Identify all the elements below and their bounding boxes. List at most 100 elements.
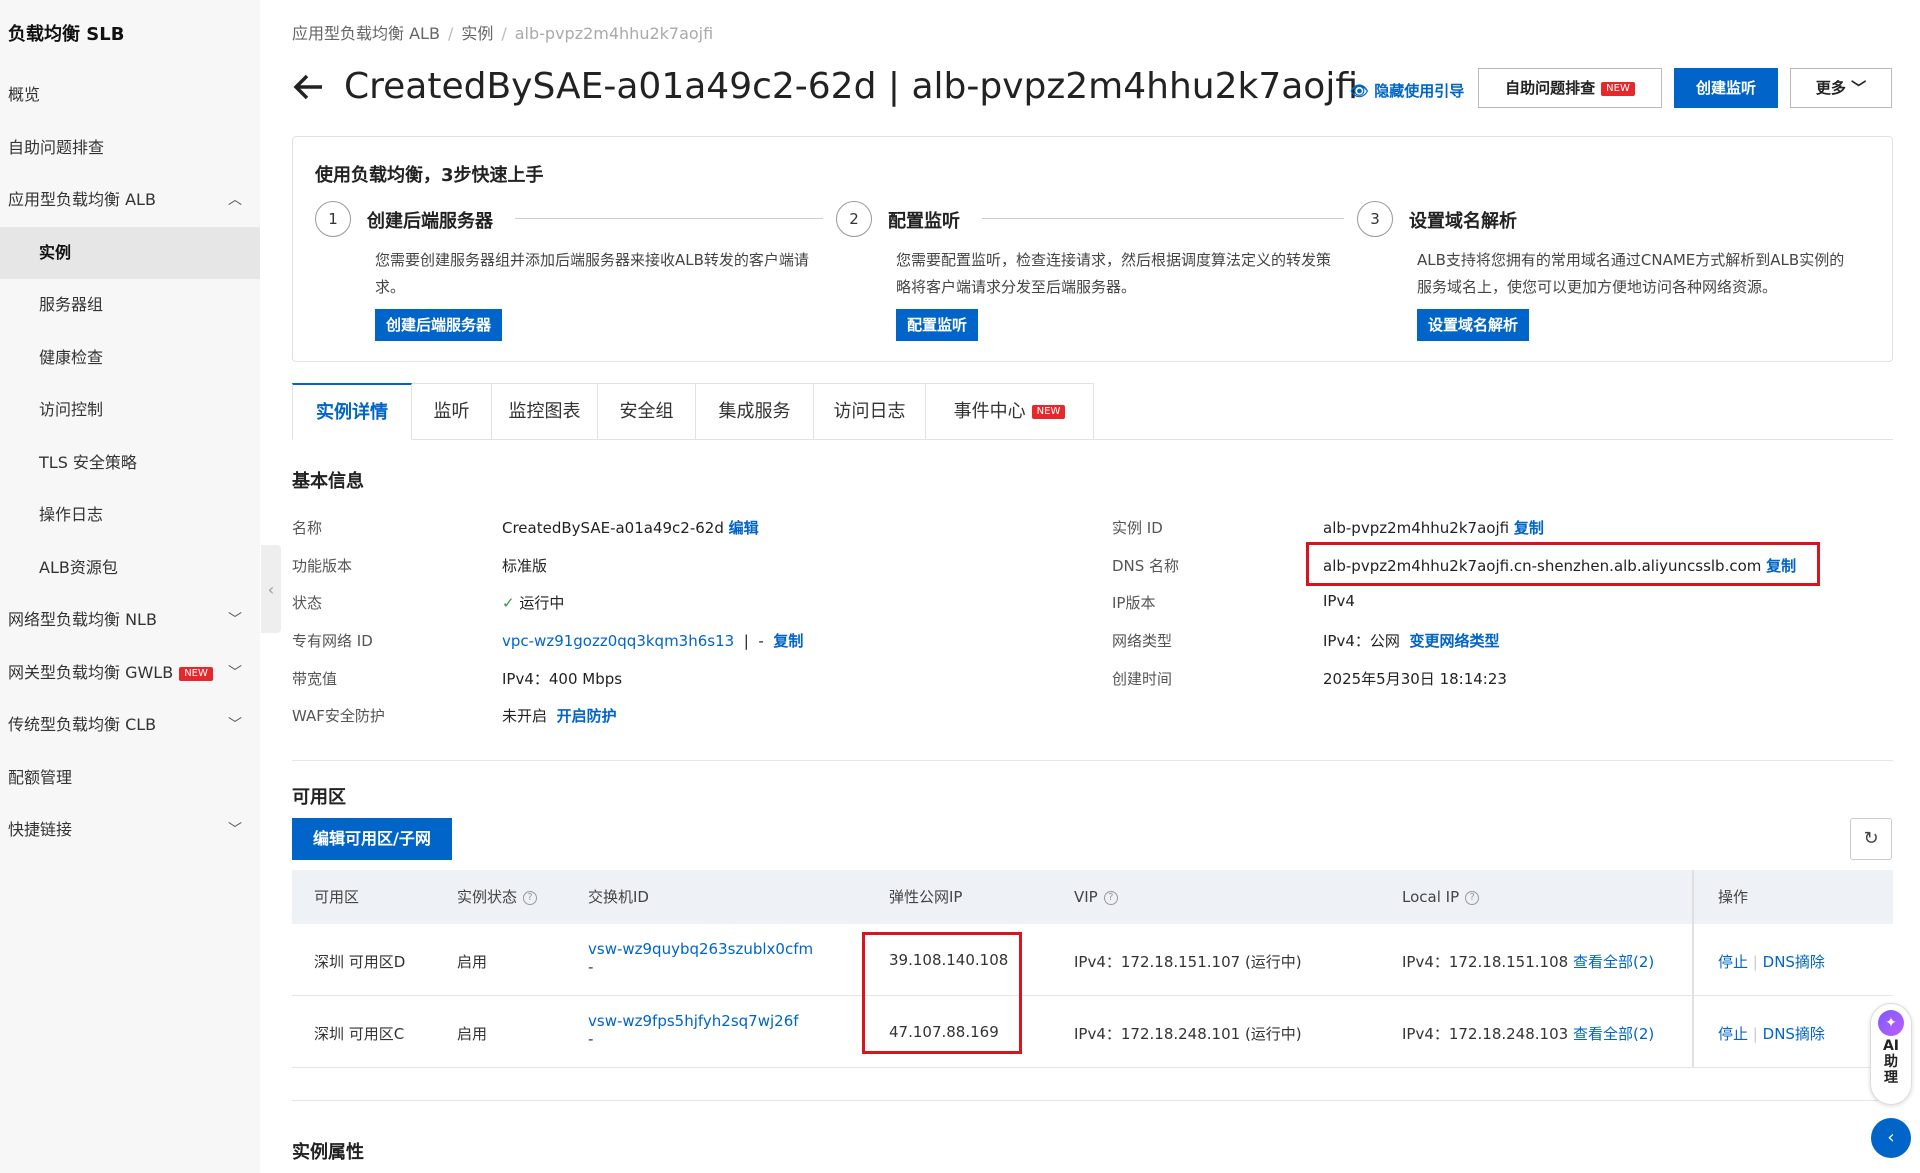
create-backend-button[interactable]: 创建后端服务器 bbox=[375, 309, 503, 341]
sidebar-item-gwlb[interactable]: 网关型负载均衡 GWLB NEW ﹀ bbox=[8, 653, 252, 693]
sidebar-item-alb[interactable]: 应用型负载均衡 ALB ︿ bbox=[8, 180, 252, 220]
stop-link[interactable]: 停止 bbox=[1718, 953, 1748, 971]
sidebar-item-self-check[interactable]: 自助问题排查 bbox=[8, 128, 252, 168]
sidebar-item-overview[interactable]: 概览 bbox=[8, 75, 252, 115]
edition-value: 标准版 bbox=[502, 557, 548, 575]
step-divider bbox=[515, 218, 823, 219]
sidebar-item-instances[interactable]: 实例 bbox=[0, 227, 260, 279]
view-all-link[interactable]: 查看全部(2) bbox=[1573, 953, 1654, 971]
step-desc: 您需要配置监听，检查连接请求，然后根据调度算法定义的转发策略将客户端请求分发至后… bbox=[896, 251, 1332, 296]
create-listener-button[interactable]: 创建监听 bbox=[1674, 68, 1778, 108]
self-check-button[interactable]: 自助问题排查 NEW bbox=[1478, 68, 1662, 108]
vswitch-cell: vsw-wz9fps5hjfyh2sq7wj26f - bbox=[588, 1012, 799, 1048]
copy-dns-link[interactable]: 复制 bbox=[1766, 557, 1796, 575]
ai-spark-icon: ✦ bbox=[1878, 1010, 1904, 1036]
sidebar-item-alb-package[interactable]: ALB资源包 bbox=[0, 548, 260, 588]
col-eip: 弹性公网IP bbox=[889, 888, 963, 906]
breadcrumb-alb[interactable]: 应用型负载均衡 ALB bbox=[292, 24, 440, 43]
ai-assistant-button[interactable]: ✦ AI 助 理 bbox=[1870, 1003, 1912, 1105]
vpc-link[interactable]: vpc-wz91gozz0qq3kqm3h6s13 bbox=[502, 632, 734, 650]
refresh-icon[interactable]: ↻ bbox=[1850, 818, 1892, 860]
network-type-label: 网络类型 bbox=[1112, 632, 1173, 650]
back-arrow-icon[interactable] bbox=[292, 70, 326, 113]
breadcrumb-current: alb-pvpz2m4hhu2k7aojfi bbox=[514, 24, 714, 43]
col-local-ip: Local IP? bbox=[1402, 870, 1480, 924]
sidebar-collapse-handle[interactable]: ‹ bbox=[261, 545, 281, 633]
instance-tabs: 实例详情 监听 监控图表 安全组 集成服务 访问日志 事件中心 NEW bbox=[292, 383, 1893, 440]
guide-title: 使用负载均衡，3步快速上手 bbox=[315, 165, 544, 186]
network-type-value: IPv4：公网 变更网络类型 bbox=[1323, 632, 1500, 650]
instance-id-label: 实例 ID bbox=[1112, 519, 1163, 537]
col-actions: 操作 bbox=[1718, 888, 1749, 906]
sidebar-item-access-control[interactable]: 访问控制 bbox=[0, 390, 260, 430]
actions-cell: 停止 | DNS摘除 bbox=[1718, 953, 1825, 971]
vpc-value: vpc-wz91gozz0qq3kqm3h6s13 | - 复制 bbox=[502, 632, 804, 650]
status-cell: 启用 bbox=[457, 1025, 488, 1043]
check-icon: ✓ bbox=[502, 594, 515, 612]
sidebar-item-server-groups[interactable]: 服务器组 bbox=[0, 285, 260, 325]
sidebar-item-nlb[interactable]: 网络型负载均衡 NLB ﹀ bbox=[8, 600, 252, 640]
sidebar-item-quick-links[interactable]: 快捷链接 ﹀ bbox=[8, 810, 252, 850]
sidebar-item-health-check[interactable]: 健康检查 bbox=[0, 338, 260, 378]
question-icon[interactable]: ? bbox=[523, 890, 538, 905]
waf-label: WAF安全防护 bbox=[292, 707, 385, 725]
sidebar-item-clb[interactable]: 传统型负载均衡 CLB ﹀ bbox=[8, 705, 252, 745]
name-value: CreatedBySAE-a01a49c2-62d 编辑 bbox=[502, 519, 759, 537]
question-icon[interactable]: ? bbox=[1103, 890, 1118, 905]
vip-cell: IPv4：172.18.151.107 (运行中) bbox=[1074, 953, 1302, 971]
copy-vpc-link[interactable]: 复制 bbox=[773, 632, 803, 650]
tab-monitoring[interactable]: 监控图表 bbox=[492, 383, 598, 440]
zone-cell: 深圳 可用区D bbox=[314, 953, 406, 971]
new-badge: NEW bbox=[1031, 405, 1066, 419]
basic-info-title: 基本信息 bbox=[292, 471, 364, 492]
status-label: 状态 bbox=[292, 594, 323, 612]
step-number: 1 bbox=[315, 201, 351, 237]
new-badge: NEW bbox=[179, 666, 213, 681]
step-title: 设置域名解析 bbox=[1409, 211, 1517, 232]
tab-listeners[interactable]: 监听 bbox=[412, 383, 492, 440]
tab-instance-details[interactable]: 实例详情 bbox=[292, 383, 412, 440]
created-time-label: 创建时间 bbox=[1112, 670, 1173, 688]
tab-integration[interactable]: 集成服务 bbox=[696, 383, 814, 440]
local-ip-cell: IPv4：172.18.248.103 查看全部(2) bbox=[1402, 1025, 1655, 1043]
instance-props-title: 实例属性 bbox=[292, 1142, 364, 1163]
view-all-link[interactable]: 查看全部(2) bbox=[1573, 1025, 1654, 1043]
question-icon[interactable]: ? bbox=[1465, 890, 1480, 905]
title-row: CreatedBySAE-a01a49c2-62d | alb-pvpz2m4h… bbox=[292, 66, 1892, 110]
change-network-type-link[interactable]: 变更网络类型 bbox=[1409, 632, 1499, 650]
chevron-down-icon: ﹀ bbox=[228, 665, 242, 681]
dns-remove-link[interactable]: DNS摘除 bbox=[1763, 1025, 1825, 1043]
sidebar-item-tls-policy[interactable]: TLS 安全策略 bbox=[0, 443, 260, 483]
set-dns-button[interactable]: 设置域名解析 bbox=[1417, 309, 1530, 341]
local-ip-cell: IPv4：172.18.151.108 查看全部(2) bbox=[1402, 953, 1655, 971]
step-number: 2 bbox=[836, 201, 872, 237]
tab-security-group[interactable]: 安全组 bbox=[598, 383, 696, 440]
tab-event-center[interactable]: 事件中心 NEW bbox=[926, 383, 1094, 440]
more-button[interactable]: 更多 ﹀ bbox=[1790, 68, 1892, 108]
enable-waf-link[interactable]: 开启防护 bbox=[557, 707, 617, 725]
chevron-left-icon[interactable]: ‹ bbox=[1871, 1118, 1911, 1158]
instance-id-value: alb-pvpz2m4hhu2k7aojfi 复制 bbox=[1323, 519, 1544, 537]
config-listener-button[interactable]: 配置监听 bbox=[896, 309, 979, 341]
edit-name-link[interactable]: 编辑 bbox=[729, 519, 759, 537]
col-status: 实例状态? bbox=[457, 870, 538, 924]
edit-zones-button[interactable]: 编辑可用区/子网 bbox=[292, 818, 452, 860]
chevron-down-icon: ﹀ bbox=[228, 612, 242, 628]
sidebar-brand: 负载均衡 SLB bbox=[8, 24, 125, 45]
step-number: 3 bbox=[1357, 201, 1393, 237]
dns-remove-link[interactable]: DNS摘除 bbox=[1763, 953, 1825, 971]
table-header: 可用区 实例状态? 交换机ID 弹性公网IP VIP? Local IP? 操作 bbox=[292, 870, 1893, 924]
copy-instance-id-link[interactable]: 复制 bbox=[1514, 519, 1544, 537]
vswitch-link[interactable]: vsw-wz9fps5hjfyh2sq7wj26f bbox=[588, 1012, 799, 1030]
vip-cell: IPv4：172.18.248.101 (运行中) bbox=[1074, 1025, 1302, 1043]
sidebar-item-operation-log[interactable]: 操作日志 bbox=[0, 495, 260, 535]
stop-link[interactable]: 停止 bbox=[1718, 1025, 1748, 1043]
step-desc: ALB支持将您拥有的常用域名通过CNAME方式解析到ALB实例的服务域名上，使您… bbox=[1417, 251, 1845, 296]
tab-access-log[interactable]: 访问日志 bbox=[814, 383, 926, 440]
vswitch-link[interactable]: vsw-wz9quybq263szublx0cfm bbox=[588, 940, 813, 958]
step-title: 配置监听 bbox=[888, 211, 960, 232]
breadcrumb-instances[interactable]: 实例 bbox=[461, 24, 493, 43]
sidebar-item-quota[interactable]: 配额管理 bbox=[8, 758, 252, 798]
waf-value: 未开启 开启防护 bbox=[502, 707, 617, 725]
hide-guide-link[interactable]: 👁 隐藏使用引导 bbox=[1350, 80, 1464, 101]
